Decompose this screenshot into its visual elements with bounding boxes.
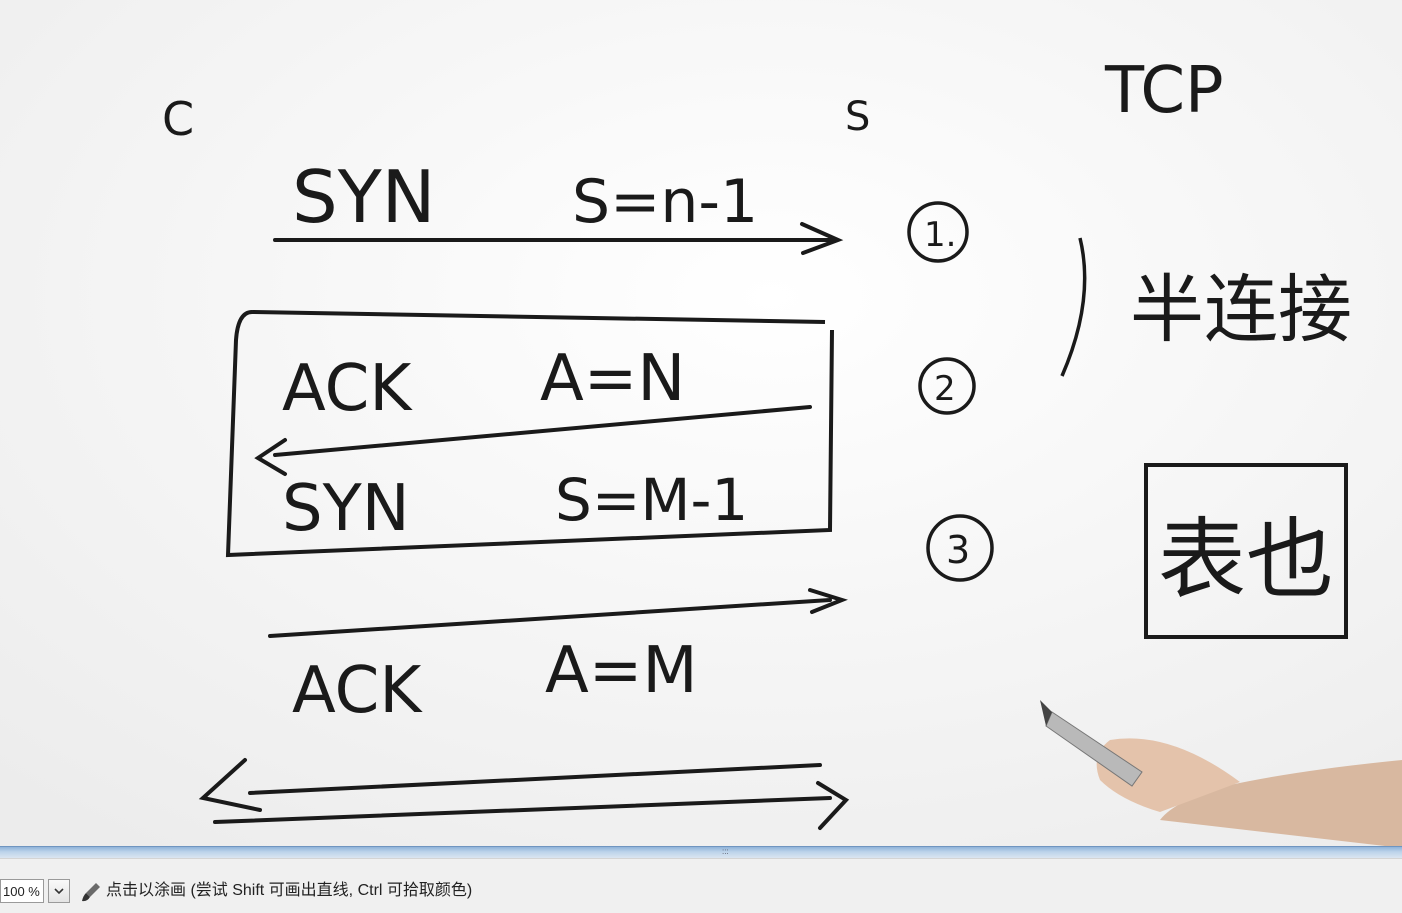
msg3-flag: ACK <box>292 654 423 728</box>
msg2-ack-flag: ACK <box>282 352 413 426</box>
msg1-flag: SYN <box>292 155 436 239</box>
status-bar: 100 % 点击以涂画 (尝试 Shift 可画出直线, Ctrl 可拾取颜色) <box>0 858 1402 913</box>
msg2-syn-value: S=M-1 <box>555 466 748 534</box>
step1-number: 1. <box>924 215 956 255</box>
msg3-value: A=M <box>545 634 698 708</box>
status-hint-text: 点击以涂画 (尝试 Shift 可画出直线, Ctrl 可拾取颜色) <box>106 882 473 899</box>
queue-box-note: 表也 <box>1158 508 1334 611</box>
protocol-title: TCP <box>1104 54 1224 128</box>
chevron-down-icon <box>54 888 64 895</box>
client-label: C <box>162 92 194 146</box>
msg2-ack-value: A=N <box>540 342 685 416</box>
step2-number: 2 <box>934 369 956 409</box>
half-connection-note: 半连接 <box>1130 267 1352 353</box>
server-label: S <box>845 94 870 140</box>
step3-number: 3 <box>946 528 970 572</box>
whiteboard[interactable]: C S TCP SYN S=n-1 ACK A=N SYN S=M-1 ACK … <box>0 0 1402 848</box>
zoom-level-field[interactable]: 100 % <box>0 879 44 903</box>
msg2-syn-flag: SYN <box>282 472 410 546</box>
brush-icon <box>82 883 100 902</box>
msg1-value: S=n-1 <box>572 167 758 237</box>
drawing-canvas[interactable]: C S TCP SYN S=n-1 ACK A=N SYN S=M-1 ACK … <box>0 0 1402 848</box>
splitter-grip-icon[interactable]: ::: <box>722 848 729 856</box>
zoom-dropdown-button[interactable] <box>48 879 70 903</box>
